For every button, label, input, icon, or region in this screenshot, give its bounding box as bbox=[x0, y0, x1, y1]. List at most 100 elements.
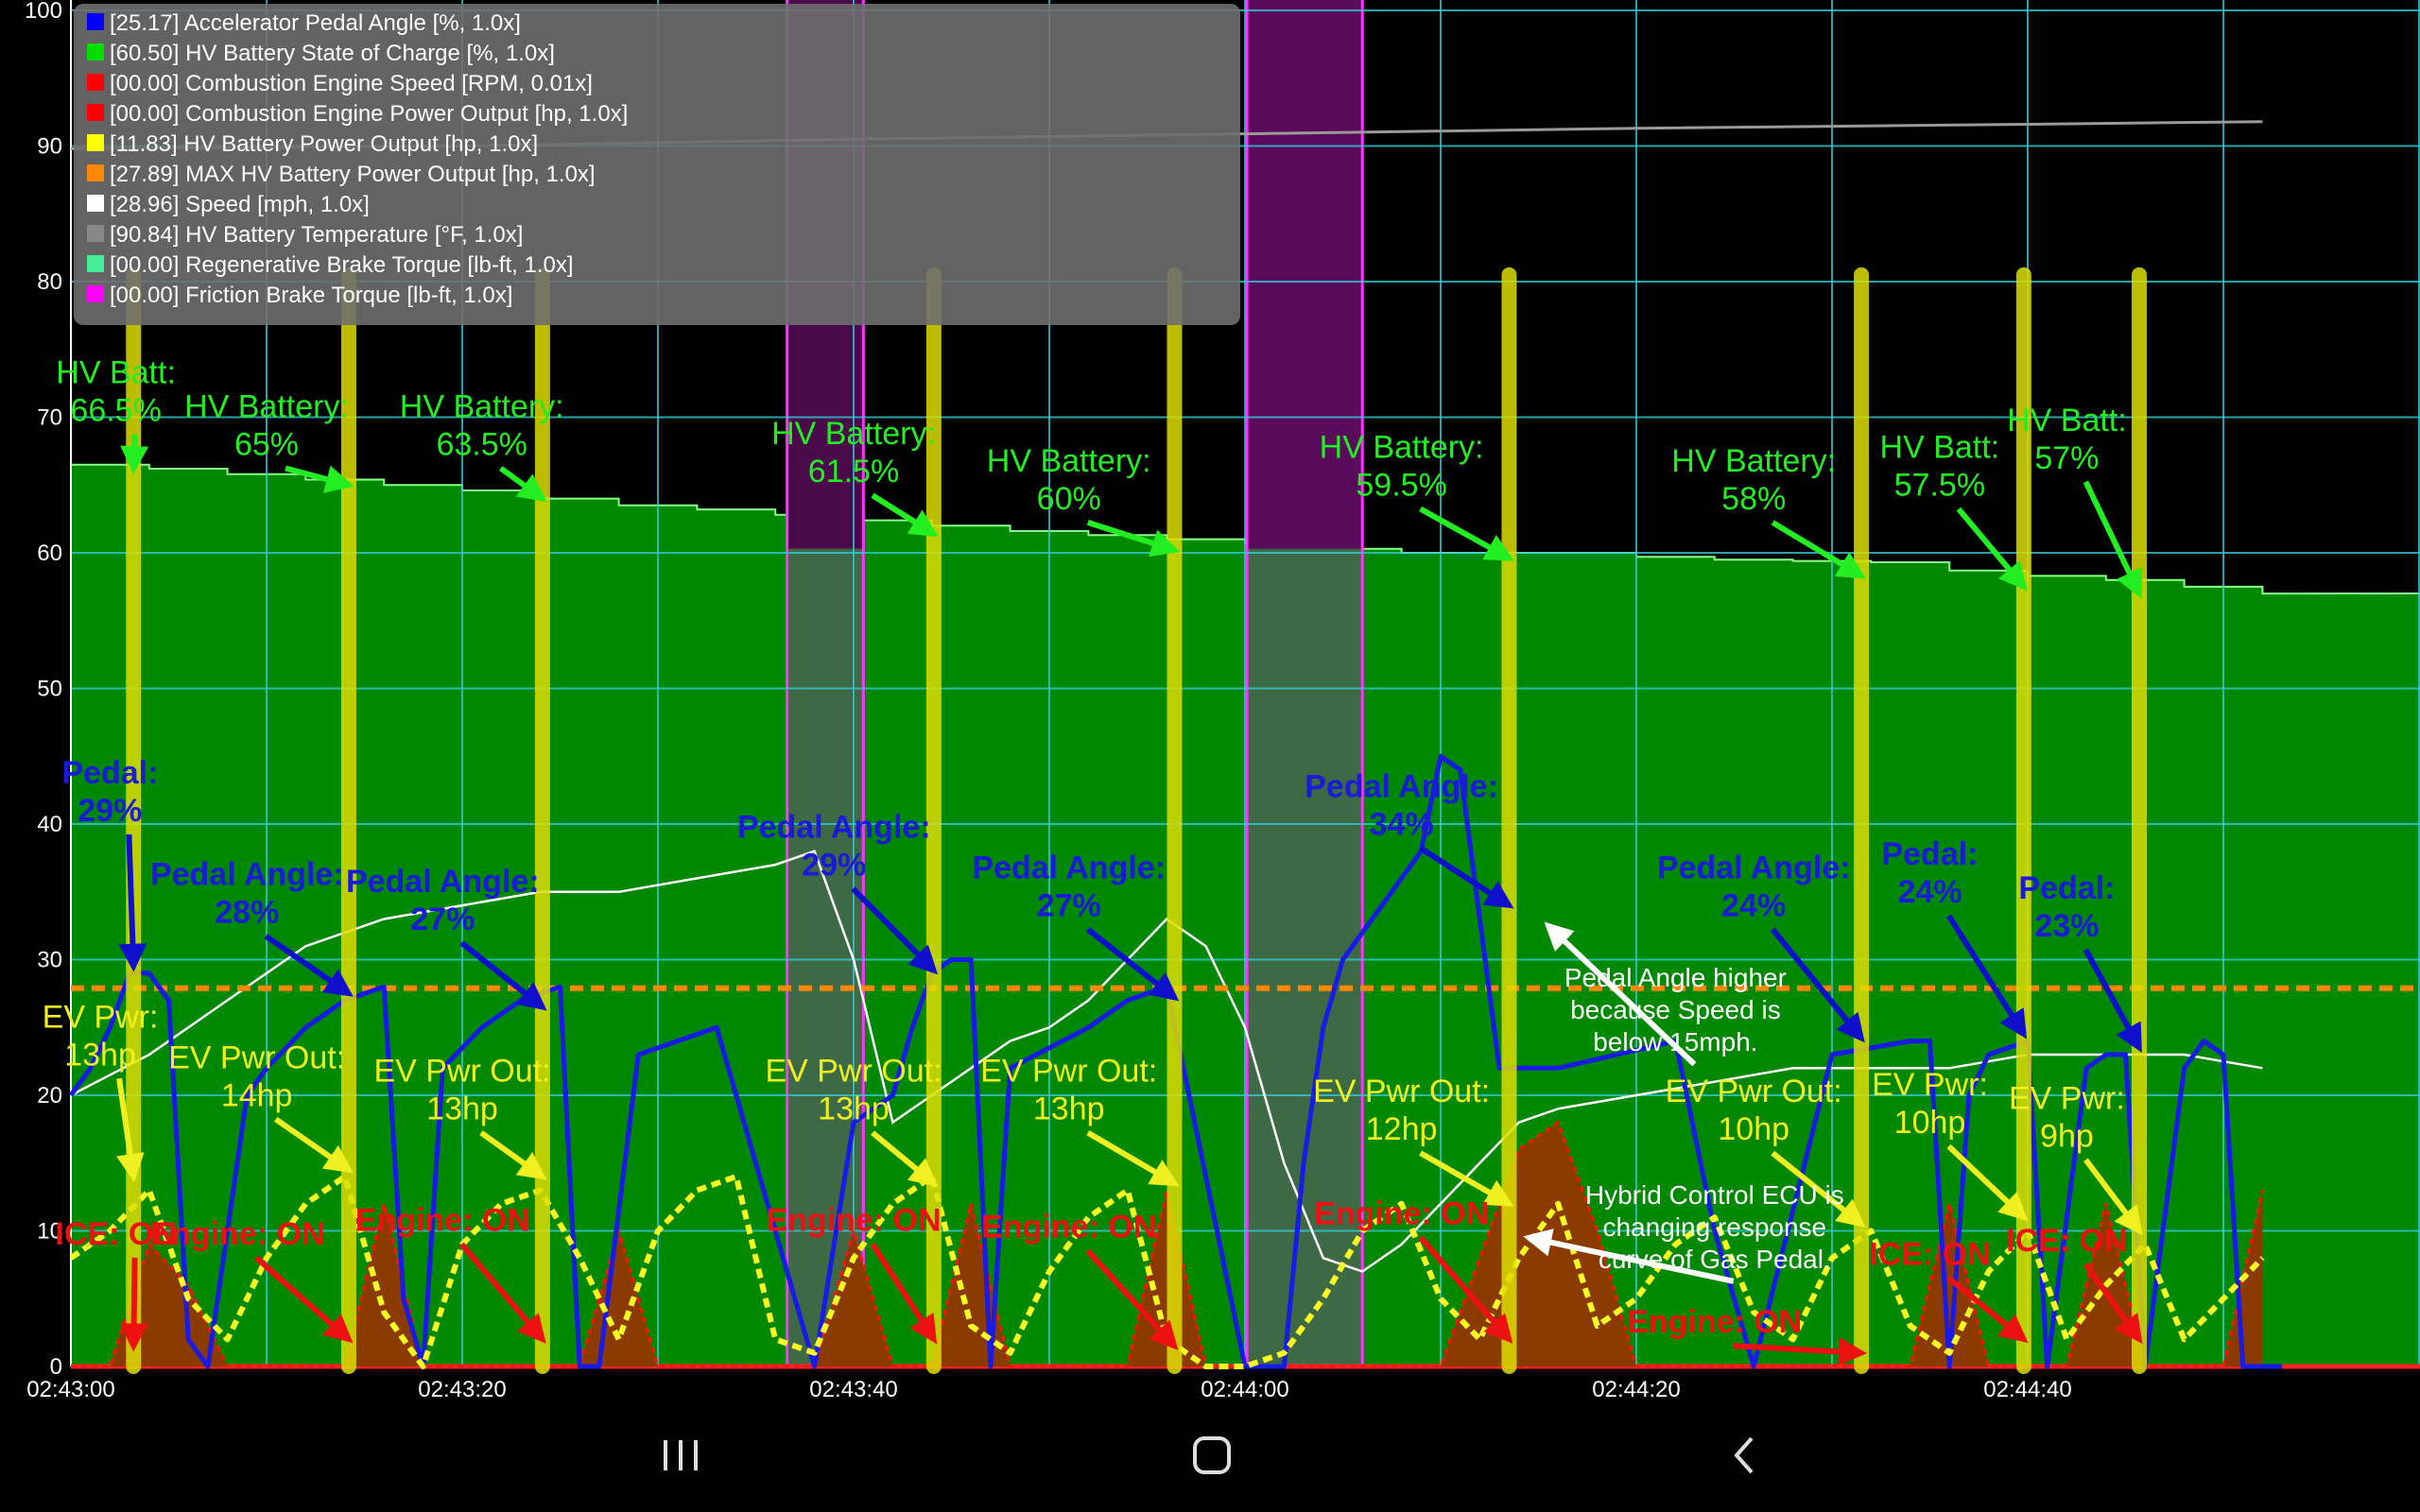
legend-swatch-4 bbox=[87, 134, 104, 151]
annotation-line: HV Battery: bbox=[1671, 443, 1836, 479]
annotation-label-29: Engine: ON bbox=[355, 1203, 530, 1239]
note-line: below 15mph. bbox=[1593, 1027, 1757, 1057]
annotation-line: 59.5% bbox=[1356, 468, 1446, 504]
annotation-label-7: HV Batt: 57.5% bbox=[1880, 430, 2000, 504]
annotation-line: EV Pwr Out: bbox=[168, 1040, 345, 1075]
annotation-line: Engine: ON bbox=[1314, 1195, 1489, 1231]
note-line: because Speed is bbox=[1570, 995, 1781, 1024]
annotation-line: HV Battery: bbox=[400, 389, 564, 425]
annotation-line: EV Pwr: bbox=[43, 999, 159, 1035]
annotation-line: 10hp bbox=[1894, 1105, 1966, 1141]
annotation-line: ICE: ON bbox=[2006, 1223, 2127, 1259]
legend[interactable]: [25.17] Accelerator Pedal Angle [%, 1.0x… bbox=[74, 4, 1240, 325]
annotation-line: HV Batt: bbox=[56, 355, 176, 391]
legend-entry-3: [00.00] Combustion Engine Power Output [… bbox=[110, 101, 628, 127]
annotation-label-4: HV Battery: 60% bbox=[987, 443, 1151, 517]
annotation-line: 12hp bbox=[1366, 1111, 1438, 1147]
annotation-line: Pedal Angle: bbox=[150, 857, 344, 893]
y-tick-label: 50 bbox=[37, 677, 62, 702]
annotation-line: HV Batt: bbox=[1880, 430, 2000, 466]
legend-entry-7: [90.84] HV Battery Temperature [°F, 1.0x… bbox=[110, 222, 523, 248]
y-tick-label: 30 bbox=[37, 948, 62, 973]
home-icon bbox=[1193, 1436, 1231, 1474]
legend-entry-5: [27.89] MAX HV Battery Power Output [hp,… bbox=[110, 162, 596, 187]
annotation-line: EV Pwr: bbox=[2009, 1080, 2125, 1116]
home-button[interactable] bbox=[1174, 1427, 1250, 1484]
annotation-arrow-27 bbox=[119, 1257, 148, 1352]
annotation-line: EV Pwr Out: bbox=[765, 1054, 942, 1090]
legend-swatch-2 bbox=[87, 74, 104, 91]
annotation-line: Engine: ON bbox=[355, 1203, 530, 1239]
annotation-line: 24% bbox=[1721, 887, 1786, 923]
legend-entry-1: [60.50] HV Battery State of Charge [%, 1… bbox=[110, 41, 555, 66]
annotation-line: HV Batt: bbox=[2007, 403, 2127, 438]
annotation-line: EV Pwr Out: bbox=[980, 1054, 1157, 1090]
annotation-line: 63.5% bbox=[436, 427, 527, 463]
telemetry-chart[interactable]: 010203040506070809010002:43:00 02:43:20 02… bbox=[0, 0, 2420, 1436]
annotation-line: Engine: ON bbox=[1627, 1304, 1802, 1340]
annotation-label-28: Engine: ON bbox=[149, 1216, 324, 1252]
annotation-line: Pedal Angle: bbox=[346, 864, 540, 900]
y-tick-label: 40 bbox=[37, 812, 62, 837]
annotation-label-32: Engine: ON bbox=[1314, 1195, 1489, 1231]
annotation-line: 27% bbox=[410, 902, 475, 937]
annotation-label-31: Engine: ON bbox=[981, 1210, 1156, 1246]
annotation-line: ICE: ON bbox=[1869, 1236, 1990, 1272]
annotation-line: 61.5% bbox=[808, 454, 899, 490]
annotation-line: Pedal Angle: bbox=[1657, 850, 1851, 885]
annotation-line: Pedal: bbox=[2018, 870, 2115, 906]
note-line: changing response bbox=[1602, 1212, 1826, 1242]
legend-swatch-0 bbox=[87, 13, 104, 30]
y-tick-label: 70 bbox=[37, 405, 62, 431]
recents-icon bbox=[664, 1440, 698, 1470]
brake-region-top-1 bbox=[1247, 0, 1363, 549]
annotation-line: Engine: ON bbox=[981, 1210, 1156, 1246]
annotation-label-34: ICE: ON bbox=[1869, 1236, 1990, 1272]
annotation-line: 66.5% bbox=[70, 393, 161, 429]
annotation-line: 34% bbox=[1370, 806, 1434, 842]
annotation-line: 13hp bbox=[64, 1037, 136, 1073]
annotation-line: EV Pwr Out: bbox=[1666, 1074, 1842, 1109]
annotation-arrow-5 bbox=[1419, 506, 1514, 561]
legend-swatch-1 bbox=[87, 43, 104, 60]
legend-swatch-7 bbox=[87, 225, 104, 242]
y-tick-label: 90 bbox=[37, 134, 62, 160]
annotation-line: HV Battery: bbox=[771, 416, 936, 452]
annotation-line: 13hp bbox=[818, 1091, 890, 1127]
annotation-line: Pedal Angle: bbox=[737, 809, 931, 845]
annotation-line: Engine: ON bbox=[766, 1203, 941, 1239]
annotation-line: 14hp bbox=[221, 1077, 293, 1113]
annotation-line: 60% bbox=[1037, 481, 1101, 517]
y-tick-label: 60 bbox=[37, 541, 62, 566]
note-line: Hybrid Control ECU is bbox=[1585, 1180, 1844, 1210]
annotation-line: HV Battery: bbox=[1320, 430, 1484, 466]
annotation-arrow-0 bbox=[120, 434, 149, 475]
legend-swatch-8 bbox=[87, 255, 104, 272]
annotation-line: EV Pwr Out: bbox=[373, 1054, 550, 1090]
annotation-line: HV Battery: bbox=[184, 389, 349, 425]
annotation-label-6: HV Battery: 58% bbox=[1671, 443, 1836, 517]
annotation-line: 57% bbox=[2034, 440, 2099, 476]
legend-entry-9: [00.00] Friction Brake Torque [lb-ft, 1.… bbox=[110, 283, 512, 308]
y-tick-label: 100 bbox=[25, 0, 62, 24]
note-line: Pedal Angle higher bbox=[1564, 963, 1787, 992]
annotation-line: Pedal: bbox=[1881, 836, 1978, 872]
annotation-line: 9hp bbox=[2040, 1118, 2094, 1154]
annotation-line: 28% bbox=[215, 895, 279, 931]
recents-button[interactable] bbox=[643, 1427, 718, 1484]
annotation-line: 10hp bbox=[1718, 1111, 1789, 1147]
legend-entry-8: [00.00] Regenerative Brake Torque [lb-ft… bbox=[110, 252, 574, 278]
annotation-line: Engine: ON bbox=[149, 1216, 324, 1252]
android-nav-bar bbox=[0, 1399, 2420, 1512]
annotation-line: HV Battery: bbox=[987, 443, 1151, 479]
legend-entry-2: [00.00] Combustion Engine Speed [RPM, 0.… bbox=[110, 71, 593, 96]
back-button[interactable] bbox=[1706, 1427, 1782, 1484]
legend-swatch-5 bbox=[87, 164, 104, 181]
y-tick-label: 80 bbox=[37, 269, 62, 295]
annotation-line: 29% bbox=[802, 847, 866, 883]
annotation-label-0: HV Batt: 66.5% bbox=[56, 355, 176, 429]
annotation-line: 13hp bbox=[426, 1091, 498, 1127]
legend-entry-6: [28.96] Speed [mph, 1.0x] bbox=[110, 192, 370, 217]
annotation-line: 57.5% bbox=[1894, 468, 1985, 504]
legend-swatch-9 bbox=[87, 285, 104, 302]
